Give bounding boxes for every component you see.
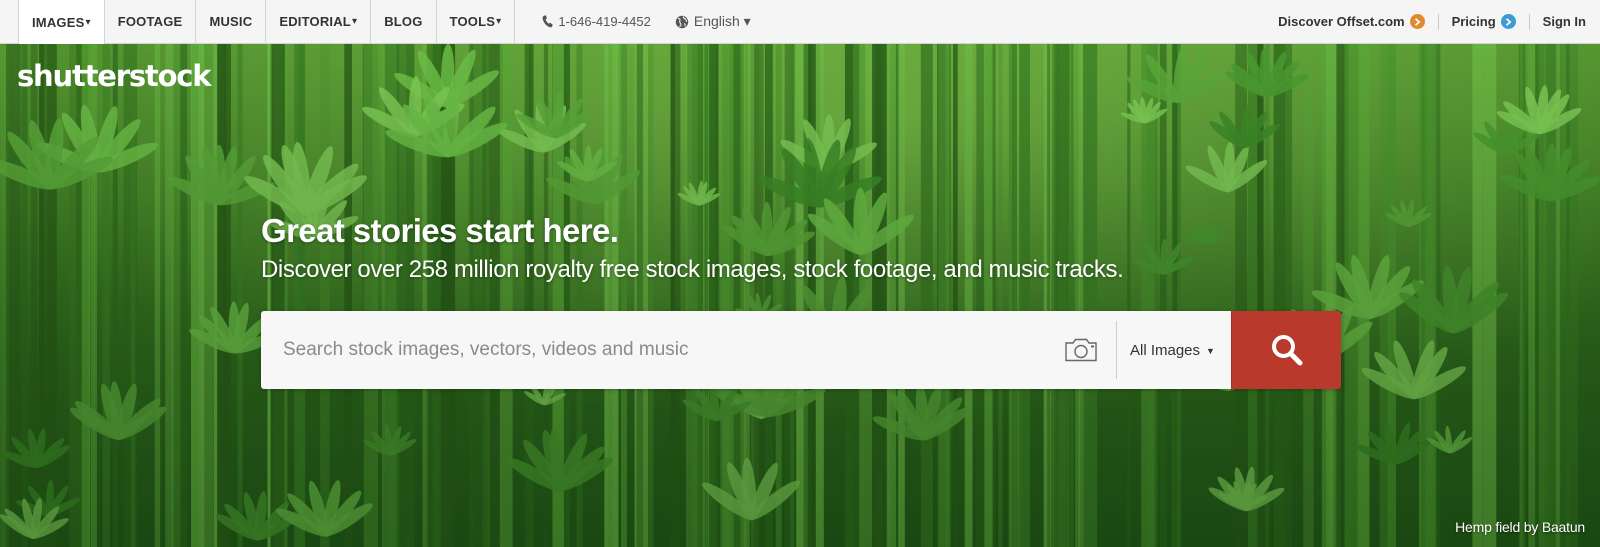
photo-credit[interactable]: Hemp field by Baatun [1455,519,1585,535]
phone-icon [542,15,553,28]
hero-headline: Great stories start here. [261,212,619,249]
discover-offset-link[interactable]: Discover Offset.com [1278,14,1425,29]
divider [1528,13,1530,30]
divider [1437,13,1439,30]
search-button[interactable] [1231,311,1341,389]
chevron-down-icon: ▾ [85,17,91,28]
search-icon [1271,335,1302,366]
nav-blog[interactable]: BLOG [371,0,437,43]
main-menu: IMAGES ▾ FOOTAGE MUSIC EDITORIAL ▾ BLOG TO… [18,0,516,45]
pricing-link[interactable]: Pricing [1452,14,1516,29]
globe-icon [675,15,689,28]
phone-contact[interactable]: 1-646-419-4452 [515,0,663,43]
camera-button[interactable] [1054,321,1117,379]
chevron-right-icon [1500,14,1516,29]
nav-tools-label: TOOLS [449,14,496,29]
account-links: Discover Offset.com Pricing Sign In [1278,0,1600,43]
search-field[interactable] [261,311,1054,389]
hero-banner: shutterstock Great stories start here. D… [0,44,1600,547]
top-navigation: IMAGES ▾ FOOTAGE MUSIC EDITORIAL ▾ BLOG TO… [0,0,1600,45]
search-bar: All Images ▼ [261,311,1341,389]
camera-icon [1065,338,1097,362]
nav-tools[interactable]: TOOLS ▾ [437,0,516,43]
chevron-down-icon: ▾ [496,16,502,27]
sign-in-label: Sign In [1542,14,1586,29]
nav-footage[interactable]: FOOTAGE [105,0,197,43]
shutterstock-logo[interactable]: shutterstock [17,59,212,93]
image-type-dropdown[interactable]: All Images ▼ [1117,311,1231,389]
pricing-label: Pricing [1451,14,1496,29]
hero-subheadline: Discover over 258 million royalty free s… [261,256,1124,283]
nav-editorial[interactable]: EDITORIAL ▾ [266,0,372,43]
chevron-right-icon [1409,14,1425,29]
chevron-down-icon: ▾ [351,16,358,27]
reverse-image-search [1054,311,1117,389]
nav-images[interactable]: IMAGES ▾ [18,0,105,45]
discover-offset-label: Discover Offset.com [1278,14,1405,29]
nav-blog-label: BLOG [384,14,423,29]
nav-images-label: IMAGES [32,15,85,30]
nav-music[interactable]: MUSIC [196,0,267,43]
caret-down-icon: ▼ [1206,346,1215,356]
image-type-label: All Images [1130,341,1201,359]
phone-number: 1-646-419-4452 [558,14,651,29]
hemp-field-background [0,44,1600,547]
nav-editorial-label: EDITORIAL [279,14,351,29]
nav-footage-label: FOOTAGE [117,14,183,29]
language-label: English ▾ [693,13,751,29]
language-selector[interactable]: English ▾ [663,0,763,43]
search-input[interactable] [283,339,1054,361]
sign-in-link[interactable]: Sign In [1543,14,1586,29]
nav-music-label: MUSIC [209,14,253,29]
